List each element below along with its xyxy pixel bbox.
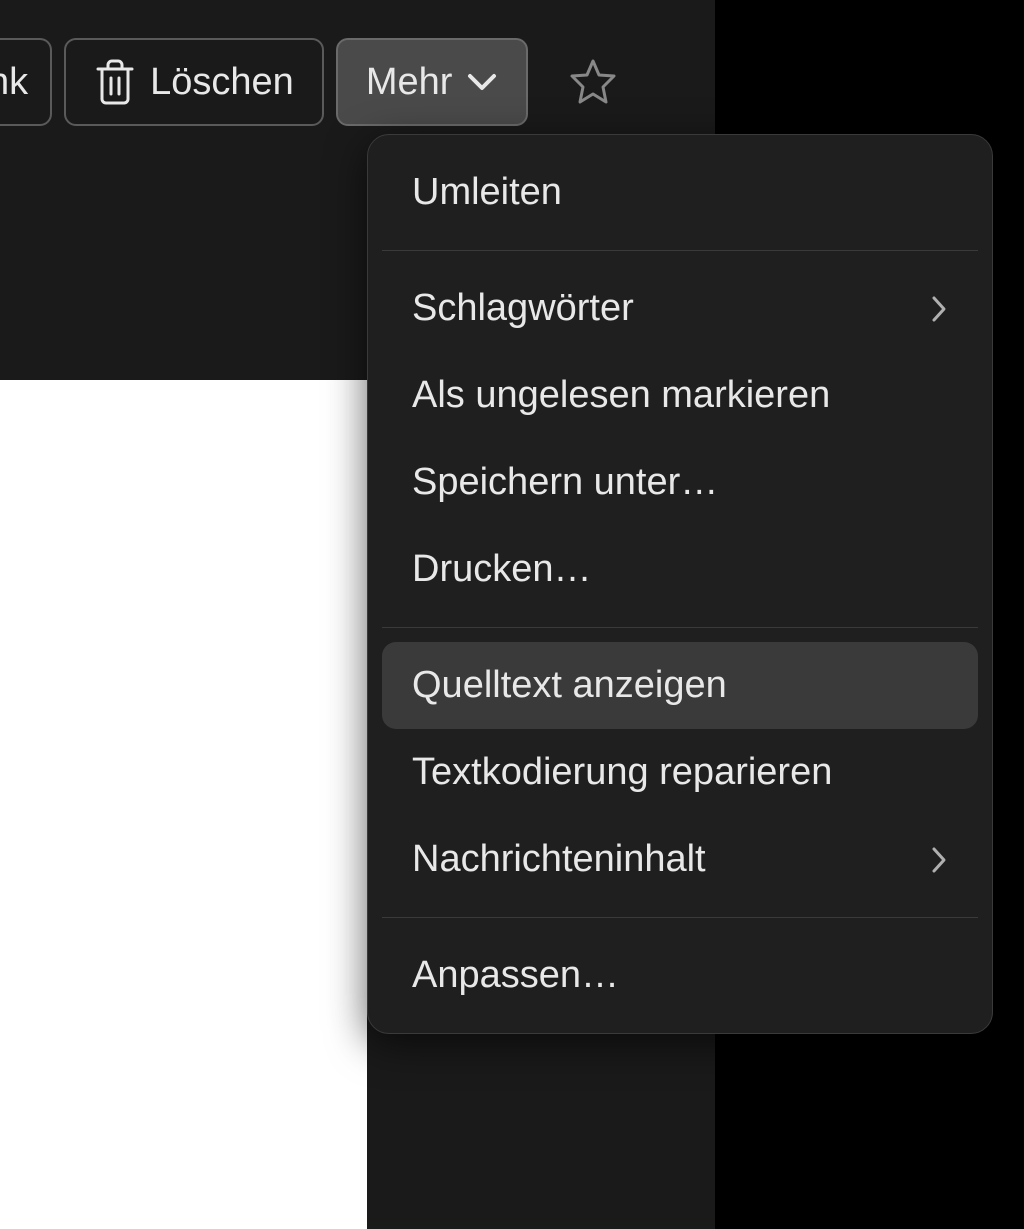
menu-item-customize[interactable]: Anpassen… [382, 932, 978, 1019]
menu-item-save-as[interactable]: Speichern unter… [382, 439, 978, 526]
chevron-right-icon [930, 294, 948, 324]
menu-item-tags[interactable]: Schlagwörter [382, 265, 978, 352]
menu-item-label: Anpassen… [412, 954, 619, 997]
star-icon [568, 57, 618, 107]
partial-button[interactable]: nk [0, 38, 52, 126]
menu-separator [382, 917, 978, 918]
menu-item-redirect[interactable]: Umleiten [382, 149, 978, 236]
partial-button-label: nk [0, 61, 28, 104]
menu-item-label: Textkodierung reparieren [412, 751, 832, 794]
menu-separator [382, 250, 978, 251]
star-button[interactable] [558, 38, 628, 126]
delete-button-label: Löschen [150, 61, 294, 104]
menu-item-print[interactable]: Drucken… [382, 526, 978, 613]
delete-button[interactable]: Löschen [64, 38, 324, 126]
chevron-right-icon [930, 845, 948, 875]
menu-item-view-source[interactable]: Quelltext anzeigen [382, 642, 978, 729]
menu-item-label: Als ungelesen markieren [412, 374, 830, 417]
more-button-label: Mehr [366, 61, 453, 104]
menu-item-label: Nachrichteninhalt [412, 838, 706, 881]
more-dropdown-menu: Umleiten Schlagwörter Als ungelesen mark… [367, 134, 993, 1034]
chevron-down-icon [466, 72, 498, 92]
menu-item-repair-encoding[interactable]: Textkodierung reparieren [382, 729, 978, 816]
content-area [0, 380, 367, 1229]
menu-item-label: Quelltext anzeigen [412, 664, 727, 707]
menu-item-label: Speichern unter… [412, 461, 718, 504]
more-button[interactable]: Mehr [336, 38, 529, 126]
menu-item-label: Schlagwörter [412, 287, 634, 330]
menu-item-mark-unread[interactable]: Als ungelesen markieren [382, 352, 978, 439]
menu-separator [382, 627, 978, 628]
menu-item-message-content[interactable]: Nachrichteninhalt [382, 816, 978, 903]
trash-icon [94, 59, 136, 105]
menu-item-label: Umleiten [412, 171, 562, 214]
menu-item-label: Drucken… [412, 548, 592, 591]
